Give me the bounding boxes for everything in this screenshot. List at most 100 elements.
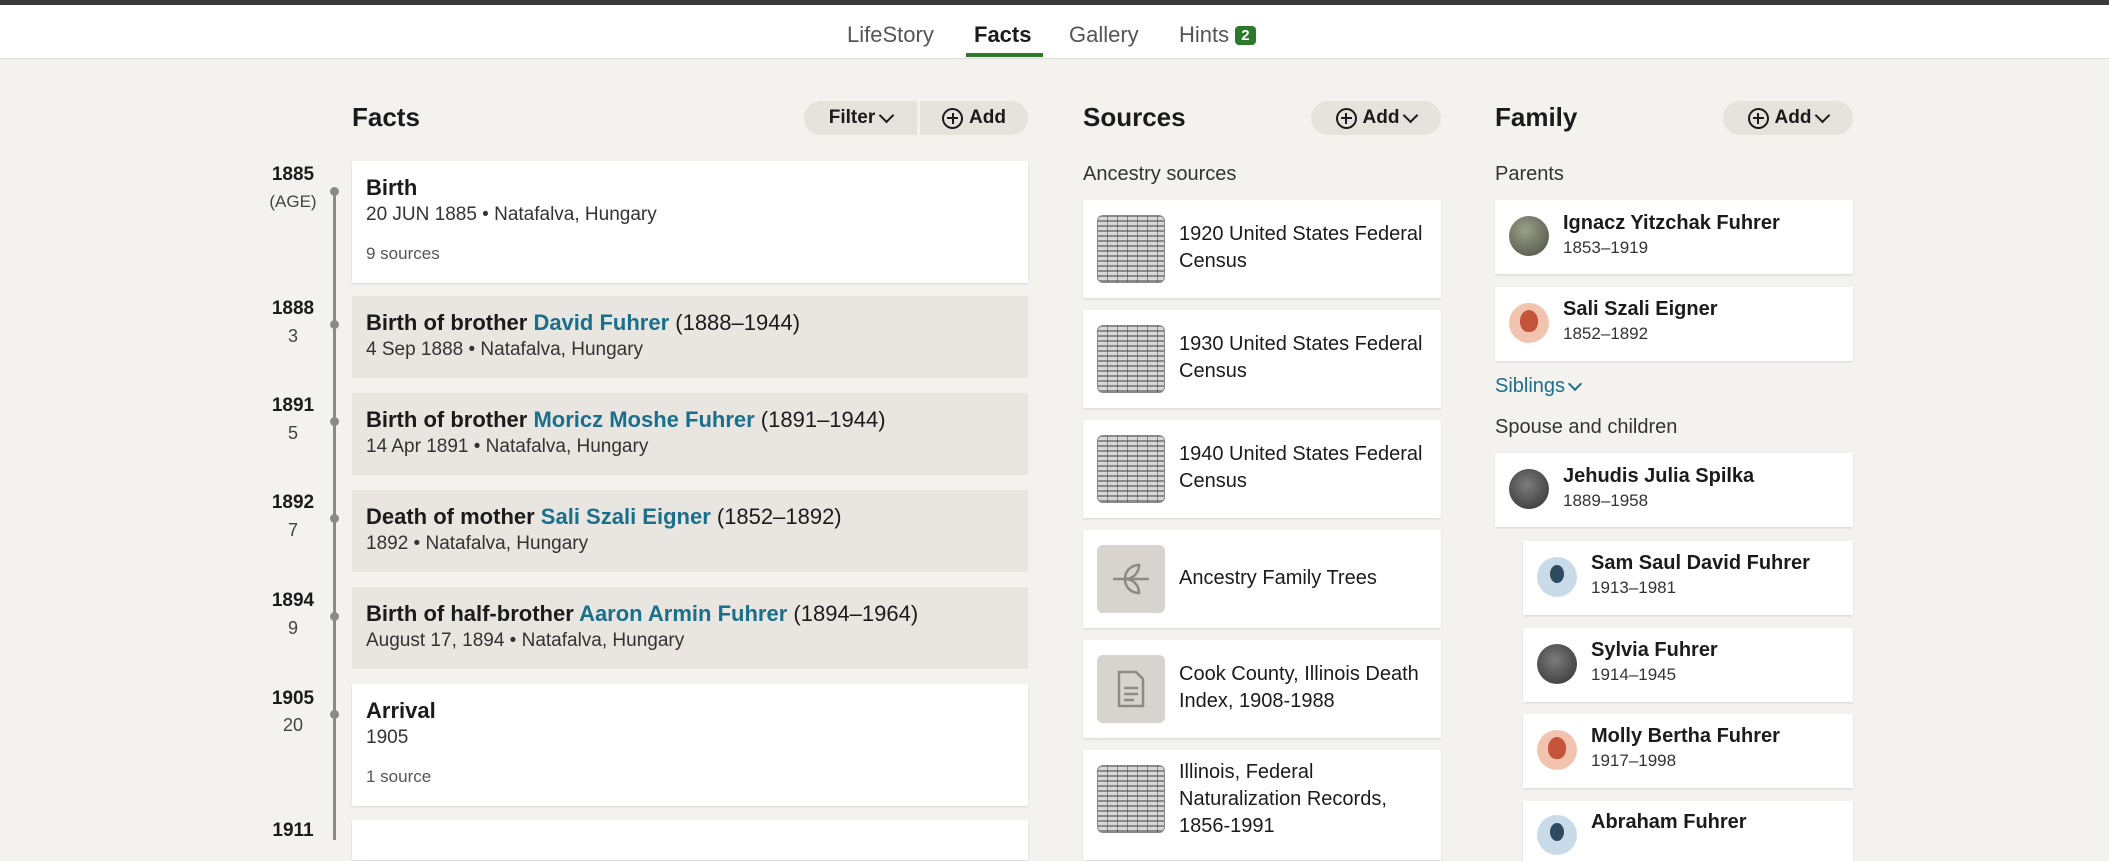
tab-hints[interactable]: Hints 2 [1179,22,1256,48]
fact-detail: 14 Apr 1891 • Natafalva, Hungary [366,436,649,457]
fact-title: Birth of brother David Fuhrer (1888–1944… [366,310,1014,336]
fact-title: Birth [366,175,418,200]
fact-title-suffix: (1894–1964) [787,601,919,626]
spouse-card[interactable]: Jehudis Julia Spilka 1889–1958 [1495,453,1853,527]
chevron-down-icon [878,107,895,123]
timeline-year: 1885 [271,164,315,185]
tab-bar: LifeStory Facts Gallery Hints 2 [0,5,2109,59]
person-name: Jehudis Julia Spilka [1563,465,1755,487]
source-card[interactable]: Ancestry Family Trees [1083,530,1441,628]
tab-facts[interactable]: Facts [974,22,1031,48]
tab-lifestory[interactable]: LifeStory [847,22,934,48]
source-card[interactable]: 1940 United States Federal Census [1083,420,1441,518]
census-record-thumbnail [1097,325,1165,393]
person-dates: 1914–1945 [1591,665,1677,684]
add-fact-label: Add [969,107,1006,128]
relative-link[interactable]: Sali Szali Eigner [541,504,711,529]
naturalization-record-thumbnail [1097,765,1165,833]
timeline-age: 3 [287,326,298,346]
timeline-year: 1911 [272,820,314,841]
filter-label: Filter [828,107,876,128]
add-source-button[interactable]: Add [1311,101,1441,135]
add-fact-button[interactable]: Add [920,101,1028,135]
fact-title-suffix: (1852–1892) [710,504,842,529]
child-card[interactable]: Abraham Fuhrer [1523,801,1853,861]
person-name: Abraham Fuhrer [1591,811,1747,833]
relative-link[interactable]: David Fuhrer [533,310,669,335]
chevron-down-icon [1567,376,1583,392]
fact-title-prefix: Birth of brother [366,407,534,432]
timeline-age: 9 [287,618,298,638]
fact-detail: 4 Sep 1888 • Natafalva, Hungary [366,339,644,360]
fact-title: Arrival [366,698,436,723]
add-circle-icon [1747,107,1769,129]
source-title: 1930 United States Federal Census [1179,333,1423,382]
spouse-children-label: Spouse and children [1495,416,1678,438]
fact-detail: 1905 [366,727,409,748]
relative-link[interactable]: Moricz Moshe Fuhrer [533,407,754,432]
person-avatar [1509,216,1549,256]
person-dates: 1913–1981 [1591,578,1677,597]
ancestry-sources-label: Ancestry sources [1083,163,1237,185]
parent-card[interactable]: Sali Szali Eigner 1852–1892 [1495,287,1853,361]
tab-gallery[interactable]: Gallery [1069,22,1139,48]
timeline-dot [330,612,339,621]
add-circle-icon [1335,107,1357,129]
source-card[interactable]: 1930 United States Federal Census [1083,310,1441,408]
fact-card-partial[interactable] [352,820,1028,860]
person-dates: 1852–1892 [1563,324,1649,343]
source-card[interactable]: Cook County, Illinois Death Index, 1908-… [1083,640,1441,738]
female-avatar-icon [1509,303,1549,343]
timeline-year: 1892 [271,492,315,513]
fact-title-prefix: Birth of half-brother [366,601,580,626]
add-source-label: Add [1362,107,1400,128]
timeline-dot [330,514,339,523]
person-avatar [1537,644,1577,684]
chevron-down-icon [1815,107,1831,123]
siblings-toggle[interactable]: Siblings [1495,375,1583,398]
fact-card-birth[interactable]: Birth 20 JUN 1885 • Natafalva, Hungary 9… [352,161,1028,283]
fact-sources-count: 9 sources [366,244,440,263]
timeline-year: 1888 [271,298,315,319]
facts-heading: Facts [352,102,420,132]
fact-title-prefix: Birth of brother [366,310,534,335]
fact-card-event[interactable]: Birth of brother Moricz Moshe Fuhrer (18… [352,393,1028,475]
person-dates: 1889–1958 [1563,491,1649,510]
timeline-year: 1891 [271,395,315,416]
chevron-down-icon [1403,107,1419,123]
source-title: 1920 United States Federal Census [1179,223,1423,272]
timeline-year: 1894 [271,590,315,611]
parents-label: Parents [1495,163,1564,185]
fact-detail: 20 JUN 1885 • Natafalva, Hungary [366,204,657,225]
male-avatar-icon [1537,557,1577,597]
fact-card-event[interactable]: Birth of brother David Fuhrer (1888–1944… [352,296,1028,378]
fact-card-arrival[interactable]: Arrival 1905 1 source [352,684,1028,806]
source-title: Cook County, Illinois Death Index, 1908-… [1179,663,1419,712]
parent-card[interactable]: Ignacz Yitzchak Fuhrer 1853–1919 [1495,200,1853,274]
person-name: Sylvia Fuhrer [1591,639,1718,661]
fact-title-prefix: Death of mother [366,504,541,529]
hints-count-badge: 2 [1235,26,1256,45]
fact-detail: August 17, 1894 • Natafalva, Hungary [366,630,685,651]
fact-sources-count: 1 source [366,767,432,786]
person-name: Ignacz Yitzchak Fuhrer [1563,212,1780,234]
active-tab-indicator [966,53,1043,57]
source-title: Ancestry Family Trees [1179,567,1377,589]
family-heading: Family [1495,102,1578,132]
timeline-dot [330,710,339,719]
relative-link[interactable]: Aaron Armin Fuhrer [579,601,787,626]
child-card[interactable]: Sam Saul David Fuhrer 1913–1981 [1523,541,1853,615]
fact-card-event[interactable]: Birth of half-brother Aaron Armin Fuhrer… [352,587,1028,669]
person-dates: 1853–1919 [1563,238,1649,257]
timeline-dot [330,417,339,426]
child-card[interactable]: Molly Bertha Fuhrer 1917–1998 [1523,714,1853,788]
add-family-button[interactable]: Add [1723,101,1853,135]
source-card[interactable]: Illinois, Federal Naturalization Records… [1083,750,1441,860]
siblings-label: Siblings [1495,375,1566,397]
filter-button[interactable]: Filter [804,101,917,135]
child-card[interactable]: Sylvia Fuhrer 1914–1945 [1523,628,1853,702]
timeline-dot [330,320,339,329]
fact-card-event[interactable]: Death of mother Sali Szali Eigner (1852–… [352,490,1028,572]
fact-title-suffix: (1891–1944) [754,407,886,432]
source-card[interactable]: 1920 United States Federal Census [1083,200,1441,298]
